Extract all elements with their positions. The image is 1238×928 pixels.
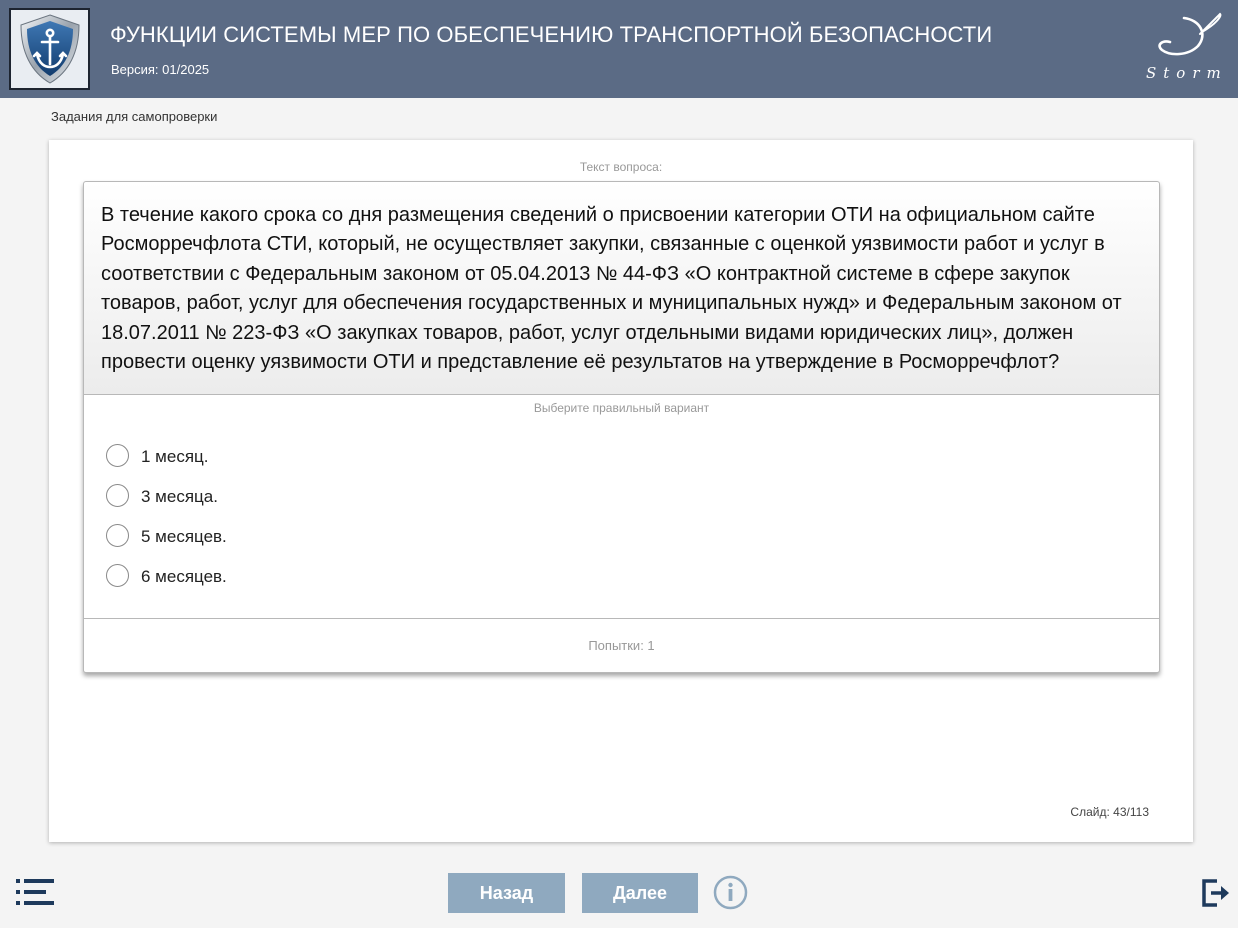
back-button[interactable]: Назад <box>448 873 565 913</box>
header-bar: ФУНКЦИИ СИСТЕМЫ МЕР ПО ОБЕСПЕЧЕНИЮ ТРАНС… <box>0 0 1238 98</box>
question-box: В течение какого срока со дня размещения… <box>84 182 1159 395</box>
anchor-shield-icon <box>19 14 80 84</box>
answer-option-label: 6 месяцев. <box>141 567 227 586</box>
answer-option-label: 1 месяц. <box>141 447 209 466</box>
slide-card: Текст вопроса: В течение какого срока со… <box>49 140 1193 842</box>
question-panel: В течение какого срока со дня размещения… <box>83 181 1160 673</box>
answer-option-1[interactable]: 1 месяц. <box>106 444 506 470</box>
slide-current: 43 <box>1113 805 1127 819</box>
radio-button[interactable] <box>106 484 129 507</box>
answer-option-label: 5 месяцев. <box>141 527 227 546</box>
question-text: В течение какого срока со дня размещения… <box>101 204 1122 374</box>
divider <box>84 618 1159 619</box>
exit-button[interactable] <box>1201 879 1231 907</box>
slide-counter-label: Слайд: <box>1070 805 1110 819</box>
answer-option-3[interactable]: 5 месяцев. <box>106 524 506 550</box>
question-caption: Текст вопроса: <box>579 160 663 174</box>
exit-icon <box>1202 879 1229 907</box>
attempts-counter: Попытки: 1 <box>588 638 655 653</box>
course-title: ФУНКЦИИ СИСТЕМЫ МЕР ПО ОБЕСПЕЧЕНИЮ ТРАНС… <box>110 22 993 47</box>
slide-total: 113 <box>1129 805 1149 819</box>
radio-button[interactable] <box>106 444 129 467</box>
list-menu-icon <box>16 879 54 905</box>
menu-button[interactable] <box>16 879 54 905</box>
version-label: Версия: 01/2025 <box>111 62 210 77</box>
course-logo <box>9 8 90 90</box>
next-button[interactable]: Далее <box>582 873 698 913</box>
breadcrumb: Задания для самопроверки <box>51 109 218 124</box>
slide-counter: Слайд: 43/113 <box>1070 805 1149 819</box>
storm-logo: Storm <box>1146 12 1228 82</box>
info-button[interactable] <box>713 875 748 910</box>
radio-button[interactable] <box>106 564 129 587</box>
info-icon <box>713 875 748 910</box>
radio-button[interactable] <box>106 524 129 547</box>
answer-option-2[interactable]: 3 месяца. <box>106 484 506 510</box>
brand-logo-text: Storm <box>1146 64 1228 82</box>
answer-option-4[interactable]: 6 месяцев. <box>106 564 506 590</box>
answer-option-label: 3 месяца. <box>141 487 218 506</box>
choose-caption: Выберите правильный вариант <box>533 401 710 415</box>
